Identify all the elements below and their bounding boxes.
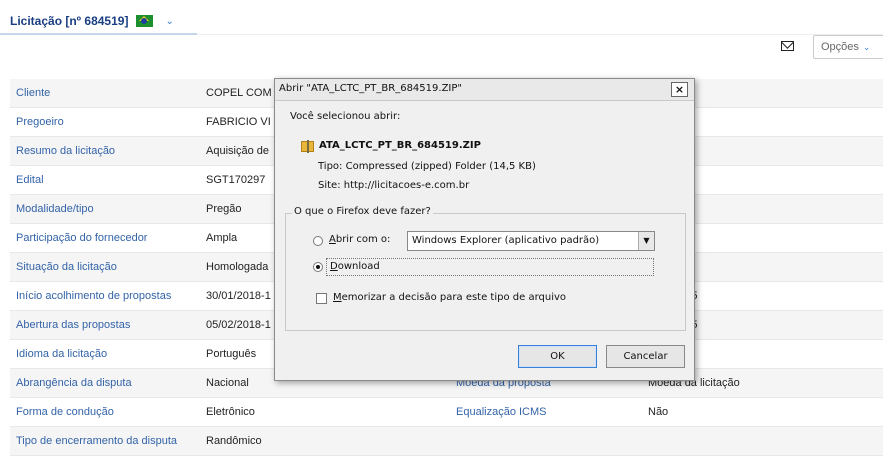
remember-label: Memorizar a decisão para este tipo de ar… xyxy=(333,292,567,303)
ok-button[interactable]: OK xyxy=(518,345,597,368)
row-label: Participação do fornecedor xyxy=(16,232,148,244)
close-button[interactable]: × xyxy=(671,82,688,97)
open-with-select[interactable]: Windows Explorer (aplicativo padrão) ▼ xyxy=(407,231,655,251)
row-value: Homologada xyxy=(206,261,269,273)
chevron-down-icon[interactable]: ⌄ xyxy=(165,16,173,27)
download-radio[interactable] xyxy=(313,262,323,272)
row-value: COPEL COM xyxy=(206,87,272,99)
file-type: Tipo: Compressed (zipped) Folder (14,5 K… xyxy=(318,161,536,172)
row-label: Cliente xyxy=(16,87,51,99)
download-label: Download xyxy=(330,261,380,272)
file-site: Site: http://licitacoes-e.com.br xyxy=(318,180,470,191)
row-label: Edital xyxy=(16,174,44,186)
row-label: Modalidade/tipo xyxy=(16,203,94,215)
options-label: Opções xyxy=(821,41,859,53)
licitacao-header[interactable]: Licitação [nº 684519] ⌄ xyxy=(10,11,174,31)
row-value: 30/01/2018-1 xyxy=(206,290,271,302)
row-label: Forma de condução xyxy=(16,406,114,418)
download-option[interactable]: Download xyxy=(326,258,654,276)
row-value: Eletrônico xyxy=(206,406,255,418)
row-label: Pregoeiro xyxy=(16,116,64,128)
remember-checkbox[interactable] xyxy=(316,293,327,304)
open-with-label: Abrir com o: xyxy=(329,234,391,245)
row-label: Situação da licitação xyxy=(16,261,117,273)
options-button[interactable]: Opções ⌄ xyxy=(813,35,883,59)
row-label-2: Equalização ICMS xyxy=(456,406,547,418)
row-value-2: Não xyxy=(648,406,669,418)
brazil-flag-icon xyxy=(136,15,154,27)
row-value: Randômico xyxy=(206,435,262,447)
mail-icon[interactable] xyxy=(781,41,794,51)
page-title: Licitação [nº 684519] xyxy=(10,14,129,28)
table-row: Tipo de encerramento da disputa Randômico xyxy=(10,427,883,456)
header-divider xyxy=(197,34,883,35)
row-label: Idioma da licitação xyxy=(16,348,108,360)
row-value: Nacional xyxy=(206,377,249,389)
row-value: Ampla xyxy=(206,232,238,244)
dropdown-arrow-icon: ▼ xyxy=(638,232,654,250)
row-label: Início acolhimento de propostas xyxy=(16,290,172,302)
row-value: Pregão xyxy=(206,203,242,215)
row-value: Aquisição de xyxy=(206,145,269,157)
cancel-button[interactable]: Cancelar xyxy=(606,345,685,368)
chevron-down-icon: ⌄ xyxy=(862,42,871,52)
row-value: SGT170297 xyxy=(206,174,266,186)
row-value: 05/02/2018-1 xyxy=(206,319,271,331)
dialog-title: Abrir "ATA_LCTC_PT_BR_684519.ZIP" xyxy=(279,83,462,94)
row-value: FABRICIO VI xyxy=(206,116,271,128)
table-row: Forma de condução Eletrônico Equalização I… xyxy=(10,398,883,427)
row-value: Português xyxy=(206,348,257,360)
file-name: ATA_LCTC_PT_BR_684519.ZIP xyxy=(319,140,481,151)
action-question: O que o Firefox deve fazer? xyxy=(292,206,433,217)
open-with-value: Windows Explorer (aplicativo padrão) xyxy=(412,235,600,246)
row-label: Tipo de encerramento da disputa xyxy=(16,435,178,447)
row-label: Abertura das propostas xyxy=(16,319,131,331)
header-underline xyxy=(0,33,197,35)
selected-text: Você selecionou abrir: xyxy=(290,111,401,122)
open-with-radio[interactable] xyxy=(313,236,323,246)
row-label: Abrangência da disputa xyxy=(16,377,132,389)
row-label: Resumo da licitação xyxy=(16,145,116,157)
dialog-titlebar: Abrir "ATA_LCTC_PT_BR_684519.ZIP" × xyxy=(275,79,694,101)
zip-folder-icon xyxy=(301,140,314,153)
open-file-dialog: Abrir "ATA_LCTC_PT_BR_684519.ZIP" × Você… xyxy=(274,78,695,381)
